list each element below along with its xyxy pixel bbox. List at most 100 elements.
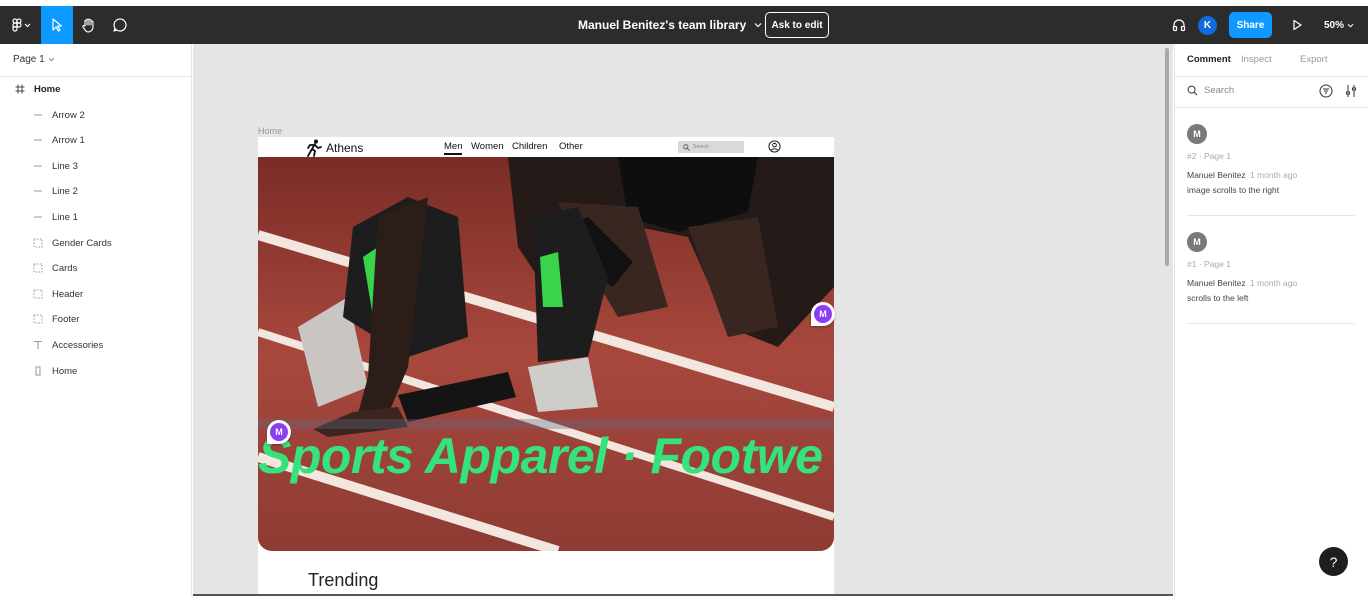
layer-label: Line 2 [52, 185, 78, 197]
layer-label: Header [52, 288, 84, 300]
site-nav-children[interactable]: Children [512, 141, 547, 152]
tab-comment[interactable]: Comment [1187, 54, 1231, 65]
line-icon [32, 160, 44, 172]
chevron-down-icon [1347, 23, 1354, 27]
zoom-menu[interactable]: 50% [1324, 6, 1354, 44]
layer-item-arrow-2[interactable]: Arrow 2 [0, 105, 192, 125]
layer-item-gender-cards[interactable]: Gender Cards [0, 233, 192, 253]
design-canvas[interactable]: Home Athens Men Women Children Other Sea… [193, 44, 1173, 596]
comment-body: image scrolls to the right [1187, 185, 1280, 195]
comment-pin-avatar: M [814, 305, 832, 323]
top-toolbar: Manuel Benitez's team library Ask to edi… [0, 6, 1368, 44]
layer-item-cards[interactable]: Cards [0, 258, 192, 278]
comment-thread[interactable]: M #2 · Page 1 Manuel Benitez 1 month ago… [1187, 124, 1355, 195]
search-icon [683, 143, 690, 151]
component-frame-icon [32, 288, 44, 300]
component-frame-icon [32, 237, 44, 249]
component-frame-icon [32, 313, 44, 325]
comment-pin-avatar: M [270, 423, 288, 441]
frame-label[interactable]: Home [258, 126, 282, 136]
comments-panel: Comment Inspect Export Search M #2 · Pag… [1174, 44, 1368, 596]
site-search-input[interactable]: Search [678, 141, 744, 153]
site-nav-women[interactable]: Women [471, 141, 504, 152]
layer-item-footer[interactable]: Footer [0, 309, 192, 329]
comment-search-input[interactable]: Search [1187, 85, 1234, 96]
tab-export[interactable]: Export [1300, 54, 1327, 65]
help-button[interactable]: ? [1319, 547, 1348, 576]
figma-menu-icon[interactable] [4, 6, 38, 44]
canvas-scrollbar[interactable] [1165, 48, 1169, 266]
layer-label: Gender Cards [52, 237, 112, 249]
move-tool-icon[interactable] [41, 6, 73, 44]
component-frame-icon [32, 262, 44, 274]
filter-icon[interactable] [1319, 84, 1333, 98]
layer-item-header[interactable]: Header [0, 284, 192, 304]
tab-inspect[interactable]: Inspect [1241, 54, 1272, 65]
layer-item-line-3[interactable]: Line 3 [0, 156, 192, 176]
layer-item-line-2[interactable]: Line 2 [0, 181, 192, 201]
site-brand: Athens [326, 141, 364, 155]
user-avatar[interactable]: K [1198, 16, 1217, 35]
comment-meta: Manuel Benitez 1 month ago [1187, 170, 1355, 180]
zoom-level: 50% [1324, 19, 1345, 31]
comment-tool-icon[interactable] [106, 6, 134, 44]
search-icon [1187, 85, 1198, 96]
layer-item-home-rect[interactable]: Home [0, 361, 192, 381]
comment-pin[interactable]: M [267, 420, 291, 444]
headphones-icon[interactable] [1168, 6, 1190, 44]
panel-divider [1175, 107, 1368, 108]
comment-author: Manuel Benitez [1187, 278, 1246, 288]
file-title-label: Manuel Benitez's team library [578, 18, 747, 32]
layer-label: Line 1 [52, 211, 78, 223]
comment-ref: #2 · Page 1 [1187, 151, 1231, 161]
layers-panel: Page 1 Home Arrow 2 Arrow 1 Line 3 Line … [0, 44, 192, 596]
chevron-down-icon [48, 57, 55, 62]
comment-time: 1 month ago [1249, 278, 1298, 288]
layer-label: Home [52, 365, 78, 377]
layer-item-arrow-1[interactable]: Arrow 1 [0, 130, 192, 150]
hero-image: Sports Apparel · Footwe [258, 157, 834, 551]
comment-search-placeholder: Search [1204, 85, 1235, 96]
site-nav-men[interactable]: Men [444, 141, 463, 155]
comment-time: 1 month ago [1249, 170, 1298, 180]
sprinter-photo [258, 157, 834, 551]
site-logo[interactable]: Athens [306, 139, 363, 157]
home-frame[interactable]: Athens Men Women Children Other Search S… [258, 137, 834, 596]
ask-to-edit-button[interactable]: Ask to edit [765, 12, 829, 38]
text-icon [32, 339, 44, 351]
layer-item-home-frame[interactable]: Home [0, 79, 192, 99]
line-icon [32, 211, 44, 223]
layer-label: Arrow 1 [52, 134, 85, 146]
comment-pin[interactable]: M [811, 302, 835, 326]
comment-divider [1187, 323, 1355, 324]
comment-divider [1187, 215, 1355, 216]
site-header: Athens Men Women Children Other Search [258, 137, 834, 157]
hand-tool-icon[interactable] [75, 6, 103, 44]
runner-logo-icon [307, 139, 322, 157]
layer-label: Arrow 2 [52, 109, 85, 121]
present-play-icon[interactable] [1286, 6, 1308, 44]
page-selector[interactable]: Page 1 [13, 54, 55, 65]
chevron-down-icon [754, 23, 762, 28]
line-icon [32, 185, 44, 197]
share-button[interactable]: Share [1229, 12, 1272, 38]
comment-thread[interactable]: M #1 · Page 1 Manuel Benitez 1 month ago… [1187, 232, 1355, 303]
comment-meta: Manuel Benitez 1 month ago [1187, 278, 1355, 288]
layer-item-accessories[interactable]: Accessories [0, 335, 192, 355]
user-account-icon[interactable] [768, 140, 781, 153]
file-title[interactable]: Manuel Benitez's team library [578, 6, 762, 44]
trending-heading: Trending [308, 570, 379, 590]
layer-label: Accessories [52, 339, 104, 351]
site-search-placeholder: Search [693, 144, 709, 150]
avatar: M [1187, 124, 1207, 144]
site-nav-other[interactable]: Other [559, 141, 583, 152]
avatar: M [1187, 232, 1207, 252]
layer-label: Cards [52, 262, 78, 274]
settings-sliders-icon[interactable] [1344, 84, 1358, 98]
rectangle-icon [32, 365, 44, 377]
page-selector-label: Page 1 [13, 54, 45, 65]
layer-item-line-1[interactable]: Line 1 [0, 207, 192, 227]
line-icon [32, 134, 44, 146]
panel-divider [1175, 76, 1368, 77]
layer-label: Footer [52, 313, 80, 325]
